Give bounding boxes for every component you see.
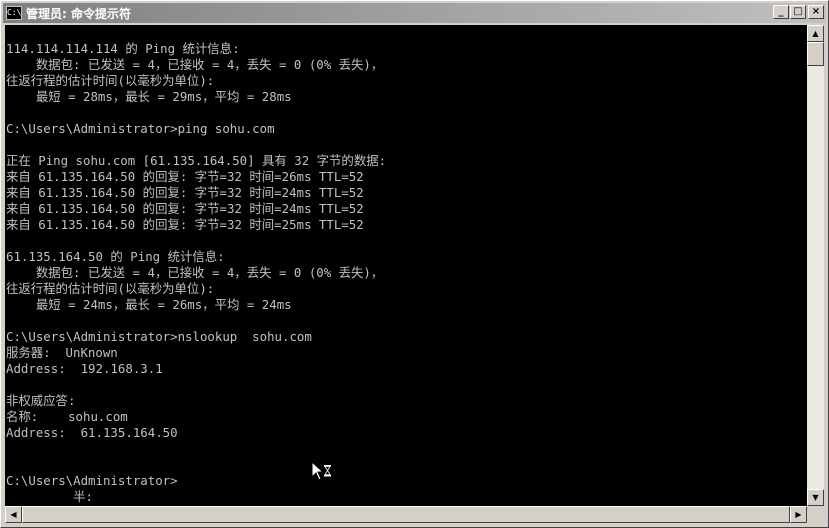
console-line: 114.114.114.114 的 Ping 统计信息: <box>6 41 240 56</box>
console-line: C:\Users\Administrator> <box>6 473 178 488</box>
console-line: 来自 61.135.164.50 的回复: 字节=32 时间=24ms TTL=… <box>6 201 364 216</box>
scroll-right-button[interactable]: ▶ <box>790 506 807 523</box>
window-controls: _ □ × <box>772 5 824 19</box>
console-line: 非权威应答: <box>6 393 76 408</box>
console-line: 来自 61.135.164.50 的回复: 字节=32 时间=24ms TTL=… <box>6 185 364 200</box>
console-line: 最短 = 28ms，最长 = 29ms，平均 = 28ms <box>6 89 292 104</box>
title-bar[interactable]: C:\ 管理员: 命令提示符 _ □ × <box>3 3 826 23</box>
right-arrow-icon: ▶ <box>795 510 802 519</box>
console-line: 正在 Ping sohu.com [61.135.164.50] 具有 32 字… <box>6 153 387 168</box>
scroll-down-button[interactable]: ▼ <box>807 489 824 506</box>
console-text: 114.114.114.114 的 Ping 统计信息: 数据包: 已发送 = … <box>5 25 807 505</box>
console-line: Address: 192.168.3.1 <box>6 361 163 376</box>
left-arrow-icon: ◀ <box>10 510 17 519</box>
console-line: C:\Users\Administrator>ping sohu.com <box>6 121 275 136</box>
scroll-left-button[interactable]: ◀ <box>5 506 22 523</box>
vertical-scroll-thumb[interactable] <box>807 42 824 66</box>
command-prompt-window: C:\ 管理员: 命令提示符 _ □ × 114.114.114.114 的 P… <box>0 0 829 528</box>
console-line: 半: <box>6 489 93 504</box>
console-line: 来自 61.135.164.50 的回复: 字节=32 时间=26ms TTL=… <box>6 169 364 184</box>
down-arrow-icon: ▼ <box>812 493 819 502</box>
maximize-button[interactable]: □ <box>790 5 806 19</box>
console-app-icon[interactable]: C:\ <box>6 6 22 20</box>
console-line: C:\Users\Administrator>nslookup sohu.com <box>6 329 312 344</box>
console-line: 往返行程的估计时间(以毫秒为单位): <box>6 73 215 88</box>
console-output-area[interactable]: 114.114.114.114 的 Ping 统计信息: 数据包: 已发送 = … <box>5 25 807 506</box>
console-line: 来自 61.135.164.50 的回复: 字节=32 时间=25ms TTL=… <box>6 217 364 232</box>
horizontal-scrollbar[interactable]: ◀ ▶ <box>5 506 807 523</box>
console-line: Address: 61.135.164.50 <box>6 425 178 440</box>
vertical-scrollbar[interactable]: ▲ ▼ <box>807 25 824 506</box>
minimize-button[interactable]: _ <box>773 5 789 19</box>
console-line: 服务器: UnKnown <box>6 345 118 360</box>
console-line: 最短 = 24ms，最长 = 26ms，平均 = 24ms <box>6 297 292 312</box>
scroll-up-button[interactable]: ▲ <box>807 25 824 42</box>
horizontal-scroll-thumb[interactable] <box>22 506 790 523</box>
close-button[interactable]: × <box>808 5 824 19</box>
resize-grip[interactable] <box>807 506 824 523</box>
up-arrow-icon: ▲ <box>812 29 819 38</box>
console-line: 61.135.164.50 的 Ping 统计信息: <box>6 249 225 264</box>
console-line: 往返行程的估计时间(以毫秒为单位): <box>6 281 215 296</box>
console-line: 数据包: 已发送 = 4，已接收 = 4，丢失 = 0 (0% 丢失)， <box>6 265 384 280</box>
window-title: 管理员: 命令提示符 <box>26 6 131 21</box>
busy-pointer-icon <box>311 461 331 481</box>
console-line: 名称: sohu.com <box>6 409 128 424</box>
console-line: 数据包: 已发送 = 4，已接收 = 4，丢失 = 0 (0% 丢失)， <box>6 57 384 72</box>
